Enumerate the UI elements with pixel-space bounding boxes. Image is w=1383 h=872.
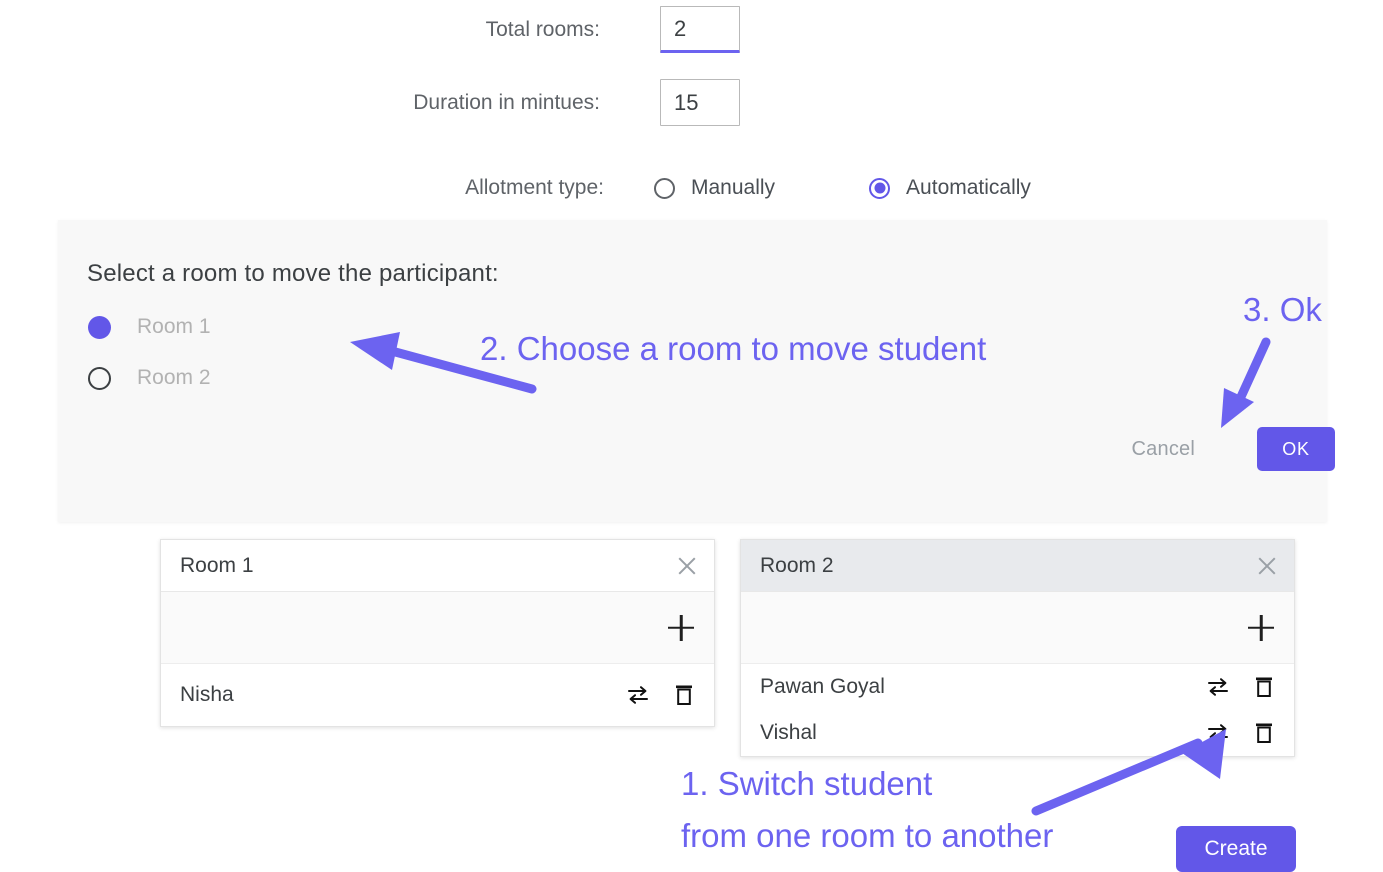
radio-option-manually[interactable]: Manually	[654, 176, 775, 200]
swap-arrows-icon[interactable]	[1206, 677, 1230, 697]
room-2-title: Room 2	[760, 553, 834, 577]
table-row: Nisha	[161, 664, 714, 726]
cancel-button[interactable]: Cancel	[1122, 430, 1205, 469]
annotation-step-1-line-1: 1. Switch student	[681, 765, 933, 802]
room-2-header: Room 2	[741, 540, 1294, 592]
table-row: Pawan Goyal	[741, 664, 1294, 710]
allotment-type-radio-group: Manually Automatically	[654, 176, 1031, 200]
trash-icon[interactable]	[1254, 721, 1274, 745]
room-card-1: Room 1 Nisha	[160, 539, 715, 727]
radio-label-manually: Manually	[691, 176, 776, 199]
room-1-header: Room 1	[161, 540, 714, 592]
total-rooms-row: Total rooms:	[380, 6, 740, 53]
dialog-radio-option-room-1[interactable]: Room 1	[88, 315, 211, 339]
row-actions	[1206, 675, 1274, 699]
dialog-radio-circle-room-1	[88, 315, 111, 339]
radio-label-automatically: Automatically	[906, 176, 1031, 199]
close-icon[interactable]	[676, 555, 698, 577]
participant-name: Pawan Goyal	[760, 675, 885, 698]
swap-arrows-icon[interactable]	[626, 685, 650, 705]
participant-name: Vishal	[760, 721, 817, 744]
total-rooms-label: Total rooms:	[485, 17, 600, 41]
swap-arrows-icon[interactable]	[1206, 723, 1230, 743]
duration-input[interactable]	[660, 79, 740, 126]
allotment-type-row: Allotment type: Manually Automatically	[380, 176, 1031, 200]
row-actions	[1206, 721, 1274, 745]
dialog-radio-option-room-2[interactable]: Room 2	[88, 366, 211, 390]
total-rooms-input[interactable]	[660, 6, 740, 53]
dialog-title: Select a room to move the participant:	[87, 260, 499, 287]
allotment-type-label: Allotment type:	[465, 176, 604, 199]
room-1-add-band	[161, 592, 714, 664]
plus-icon[interactable]	[1248, 615, 1274, 641]
room-2-add-band	[741, 592, 1294, 664]
radio-option-automatically[interactable]: Automatically	[869, 176, 1031, 200]
close-icon[interactable]	[1256, 555, 1278, 577]
participant-name: Nisha	[180, 683, 234, 706]
dialog-radio-label-room-2: Room 2	[137, 366, 211, 389]
table-row: Vishal	[741, 710, 1294, 756]
plus-icon[interactable]	[668, 615, 694, 641]
duration-row: Duration in mintues:	[380, 79, 740, 126]
ok-button[interactable]: OK	[1257, 427, 1335, 471]
trash-icon[interactable]	[674, 683, 694, 707]
create-button[interactable]: Create	[1176, 826, 1296, 872]
row-actions	[626, 683, 694, 707]
room-1-title: Room 1	[180, 553, 254, 577]
annotation-step-1-line-2: from one room to another	[681, 817, 1054, 854]
dialog-actions: Cancel OK	[1122, 427, 1335, 471]
radio-circle-automatically	[869, 177, 891, 199]
duration-label: Duration in mintues:	[413, 90, 600, 114]
annotation-step-2: 2. Choose a room to move student	[480, 330, 987, 367]
move-participant-dialog: Select a room to move the participant: R…	[58, 220, 1327, 522]
trash-icon[interactable]	[1254, 675, 1274, 699]
dialog-radio-label-room-1: Room 1	[137, 315, 211, 338]
radio-circle-manually	[654, 177, 675, 199]
dialog-radio-circle-room-2	[88, 366, 111, 390]
room-card-2: Room 2 Pawan Goyal Vishal	[740, 539, 1295, 757]
annotation-step-3: 3. Ok	[1243, 291, 1322, 328]
